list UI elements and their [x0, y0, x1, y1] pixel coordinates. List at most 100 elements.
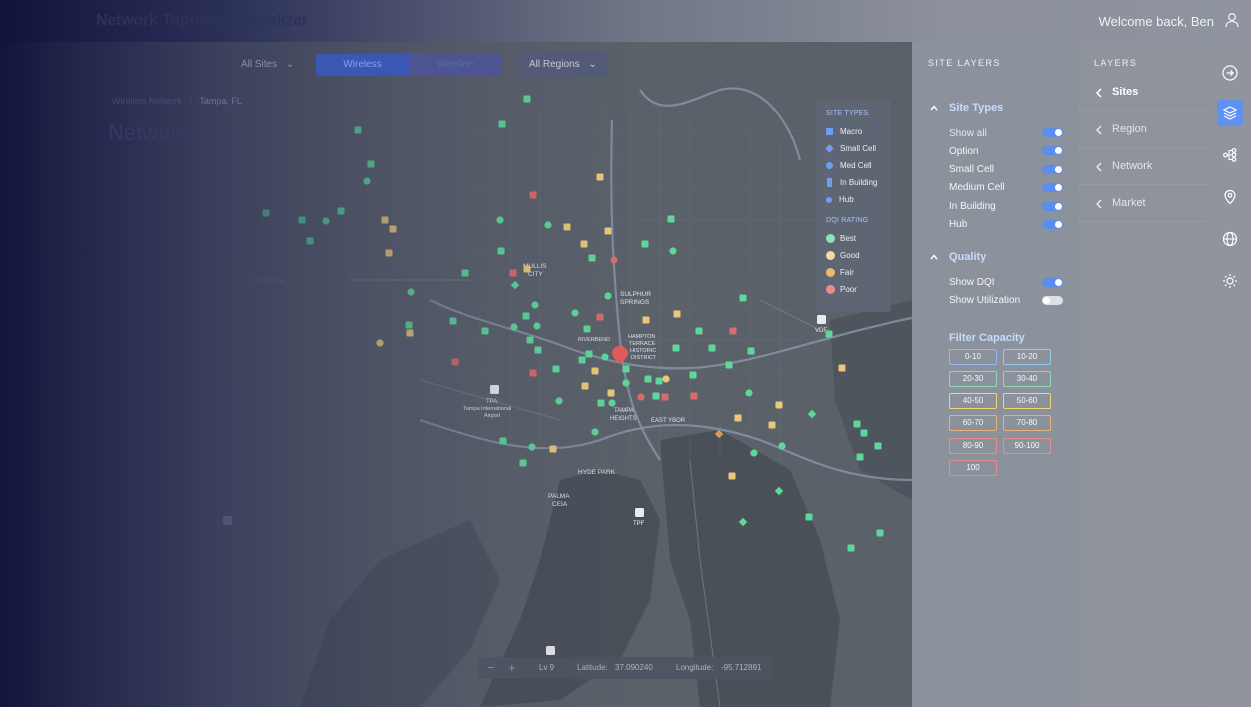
site-marker[interactable]: [597, 399, 605, 407]
zoom-in-button[interactable]: +: [508, 657, 516, 679]
site-marker[interactable]: [591, 367, 599, 375]
site-markers[interactable]: [0, 0, 912, 707]
site-marker[interactable]: [526, 336, 534, 344]
capacity-filter-button[interactable]: 40-50: [949, 393, 997, 409]
location-pin-icon[interactable]: [1217, 184, 1243, 210]
site-marker[interactable]: [298, 216, 306, 224]
chevron-up-icon[interactable]: [930, 253, 938, 261]
site-marker[interactable]: [745, 389, 753, 397]
site-marker[interactable]: [522, 312, 530, 320]
site-marker[interactable]: [860, 429, 868, 437]
site-marker[interactable]: [738, 517, 748, 527]
site-marker[interactable]: [363, 177, 371, 185]
capacity-filter-button[interactable]: 50-60: [1003, 393, 1051, 409]
site-marker[interactable]: [581, 382, 589, 390]
toggle-in-building[interactable]: [1042, 202, 1063, 211]
site-marker[interactable]: [523, 265, 531, 273]
site-marker[interactable]: [588, 254, 596, 262]
site-marker[interactable]: [607, 389, 615, 397]
site-marker[interactable]: [729, 327, 737, 335]
site-marker[interactable]: [354, 126, 362, 134]
site-marker[interactable]: [728, 472, 736, 480]
site-marker[interactable]: [578, 356, 586, 364]
toggle-medium-cell[interactable]: [1042, 183, 1063, 192]
network-type-toggle[interactable]: Wireless Wireline: [316, 54, 502, 76]
site-marker[interactable]: [672, 344, 680, 352]
site-marker[interactable]: [604, 292, 612, 300]
sun-icon[interactable]: [1217, 268, 1243, 294]
site-marker[interactable]: [451, 358, 459, 366]
site-marker[interactable]: [497, 247, 505, 255]
layers-icon[interactable]: [1217, 100, 1243, 126]
layer-item-network[interactable]: Network: [1078, 148, 1206, 185]
site-marker[interactable]: [481, 327, 489, 335]
site-marker[interactable]: [596, 173, 604, 181]
toggle-show-dqi[interactable]: [1042, 278, 1063, 287]
regions-dropdown[interactable]: All Regions ⌄: [518, 52, 608, 78]
site-marker[interactable]: [750, 449, 758, 457]
site-marker[interactable]: [856, 453, 864, 461]
site-marker[interactable]: [734, 414, 742, 422]
toggle-option[interactable]: [1042, 146, 1063, 155]
site-marker[interactable]: [610, 256, 618, 264]
site-marker[interactable]: [585, 350, 593, 358]
site-marker[interactable]: [708, 344, 716, 352]
site-marker[interactable]: [652, 392, 660, 400]
site-marker[interactable]: [262, 209, 270, 217]
site-marker[interactable]: [853, 420, 861, 428]
toggle-small-cell[interactable]: [1042, 165, 1063, 174]
site-marker[interactable]: [531, 301, 539, 309]
site-marker[interactable]: [641, 240, 649, 248]
toggle-show-all[interactable]: [1042, 128, 1063, 137]
site-marker[interactable]: [533, 322, 541, 330]
globe-icon[interactable]: [1217, 226, 1243, 252]
site-marker[interactable]: [583, 325, 591, 333]
site-marker[interactable]: [667, 215, 675, 223]
site-marker[interactable]: [498, 120, 506, 128]
site-marker[interactable]: [528, 443, 536, 451]
site-marker[interactable]: [775, 401, 783, 409]
site-marker[interactable]: [461, 269, 469, 277]
site-marker[interactable]: [571, 309, 579, 317]
toggle-show-utilization[interactable]: [1042, 296, 1063, 305]
site-marker[interactable]: [637, 393, 645, 401]
site-marker[interactable]: [523, 95, 531, 103]
site-marker[interactable]: [695, 327, 703, 335]
site-marker[interactable]: [385, 249, 393, 257]
topology-icon[interactable]: [1217, 142, 1243, 168]
site-marker[interactable]: [519, 459, 527, 467]
site-marker[interactable]: [322, 217, 330, 225]
site-marker[interactable]: [825, 330, 833, 338]
user-icon[interactable]: [1223, 11, 1241, 29]
site-marker[interactable]: [509, 269, 517, 277]
site-marker[interactable]: [622, 365, 630, 373]
site-marker[interactable]: [406, 329, 414, 337]
site-marker[interactable]: [847, 544, 855, 552]
site-marker[interactable]: [805, 513, 813, 521]
site-marker[interactable]: [608, 399, 616, 407]
site-marker[interactable]: [499, 437, 507, 445]
site-marker[interactable]: [529, 369, 537, 377]
site-marker[interactable]: [662, 375, 670, 383]
layer-item-sites[interactable]: Sites: [1078, 74, 1206, 111]
capacity-filter-button[interactable]: 0-10: [949, 349, 997, 365]
zoom-out-button[interactable]: −: [487, 657, 495, 679]
capacity-filter-button[interactable]: 100: [949, 460, 997, 476]
site-marker[interactable]: [604, 227, 612, 235]
site-marker[interactable]: [496, 216, 504, 224]
site-marker[interactable]: [739, 294, 747, 302]
layer-item-region[interactable]: Region: [1078, 111, 1206, 148]
site-marker[interactable]: [534, 346, 542, 354]
site-marker[interactable]: [381, 216, 389, 224]
arrow-right-icon[interactable]: [1217, 60, 1243, 86]
site-marker[interactable]: [563, 223, 571, 231]
capacity-filter-button[interactable]: 80-90: [949, 438, 997, 454]
site-marker[interactable]: [778, 442, 786, 450]
site-marker[interactable]: [389, 225, 397, 233]
site-types-heading[interactable]: Site Types: [949, 102, 1003, 114]
site-marker[interactable]: [689, 371, 697, 379]
capacity-filter-button[interactable]: 70-80: [1003, 415, 1051, 431]
site-marker[interactable]: [644, 375, 652, 383]
site-marker[interactable]: [655, 377, 663, 385]
breadcrumb-parent[interactable]: Wireless Network: [112, 96, 182, 106]
